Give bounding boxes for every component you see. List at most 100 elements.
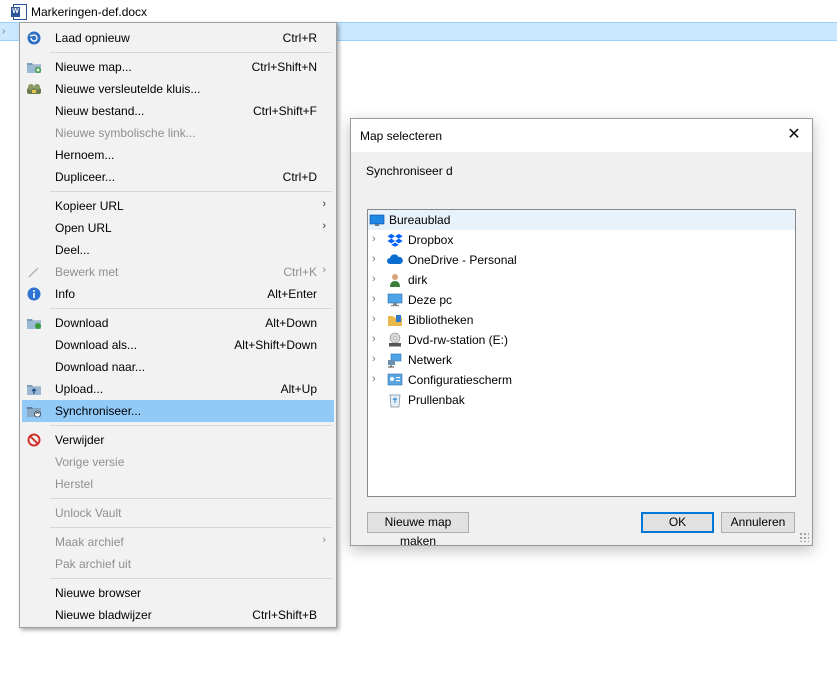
- tree-node-dropbox[interactable]: › Dropbox: [368, 230, 795, 250]
- tree-node-dirk[interactable]: › dirk: [368, 270, 795, 290]
- menu-label: Download: [55, 316, 109, 330]
- chevron-right-icon[interactable]: ›: [2, 26, 5, 37]
- menu-separator: [50, 578, 332, 579]
- menu-item-upload[interactable]: Upload... Alt+Up: [22, 378, 334, 400]
- control-panel-icon: [387, 372, 403, 388]
- resize-grip-icon[interactable]: [799, 532, 809, 542]
- tree-node-bureaublad[interactable]: Bureaublad: [368, 210, 795, 230]
- tree-label: dirk: [408, 273, 428, 287]
- tree-node-onedrive[interactable]: › OneDrive - Personal: [368, 250, 795, 270]
- menu-item-bewerk-met: Bewerk met Ctrl+K ›: [22, 261, 334, 283]
- menu-label: Nieuwe symbolische link...: [55, 126, 196, 140]
- menu-separator: [50, 425, 332, 426]
- menu-label: Nieuw bestand...: [55, 104, 145, 118]
- menu-item-unlock-vault: Unlock Vault: [22, 502, 334, 524]
- submenu-arrow-icon: ›: [322, 534, 326, 546]
- menu-item-laad-opnieuw[interactable]: Laad opnieuw Ctrl+R: [22, 27, 334, 49]
- tree-label: Deze pc: [408, 293, 453, 307]
- menu-item-download-als[interactable]: Download als... Alt+Shift+Down: [22, 334, 334, 356]
- menu-item-nieuwe-bladwijzer[interactable]: Nieuwe bladwijzer Ctrl+Shift+B: [22, 604, 334, 626]
- new-folder-button[interactable]: Nieuwe map maken: [367, 512, 469, 548]
- network-icon: [387, 352, 403, 368]
- dvd-drive-icon: [387, 332, 403, 348]
- folder-tree[interactable]: Bureaublad › Dropbox › OneDrive - Person…: [367, 209, 796, 497]
- menu-shortcut: Ctrl+D: [282, 170, 317, 184]
- tree-node-dvd-rw-station[interactable]: › Dvd-rw-station (E:): [368, 330, 795, 350]
- file-name: Markeringen-def.docx: [31, 5, 148, 19]
- menu-item-nieuwe-versleutelde-kluis[interactable]: Nieuwe versleutelde kluis...: [22, 78, 334, 100]
- folder-select-dialog: Map selecteren ✕ Synchroniseer d Bureaub…: [350, 118, 813, 548]
- onedrive-icon: [387, 252, 403, 268]
- menu-shortcut: Alt+Enter: [267, 287, 317, 301]
- tree-node-netwerk[interactable]: › Netwerk: [368, 350, 795, 370]
- tree-node-configuratiescherm[interactable]: › Configuratiescherm: [368, 370, 795, 390]
- dialog-titlebar: Map selecteren ✕: [351, 119, 812, 152]
- refresh-icon: [26, 30, 42, 46]
- menu-item-kopieer-url[interactable]: Kopieer URL ›: [22, 195, 334, 217]
- menu-label: Deel...: [55, 243, 90, 257]
- menu-item-deel[interactable]: Deel...: [22, 239, 334, 261]
- menu-item-download-naar[interactable]: Download naar...: [22, 356, 334, 378]
- menu-shortcut: Alt+Up: [280, 382, 317, 396]
- desktop-icon: [369, 212, 385, 228]
- menu-label: Hernoem...: [55, 148, 115, 162]
- chevron-right-icon[interactable]: ›: [372, 373, 376, 385]
- menu-label: Download als...: [55, 338, 138, 352]
- tree-node-deze-pc[interactable]: › Deze pc: [368, 290, 795, 310]
- chevron-right-icon[interactable]: ›: [372, 313, 376, 325]
- menu-separator: [50, 498, 332, 499]
- chevron-right-icon[interactable]: ›: [372, 253, 376, 265]
- menu-item-vorige-versie: Vorige versie: [22, 451, 334, 473]
- menu-item-nieuwe-browser[interactable]: Nieuwe browser: [22, 582, 334, 604]
- menu-label: Upload...: [55, 382, 104, 396]
- chevron-right-icon[interactable]: ›: [372, 333, 376, 345]
- menu-label: Nieuwe map...: [55, 60, 132, 74]
- menu-item-open-url[interactable]: Open URL ›: [22, 217, 334, 239]
- menu-label: Nieuwe browser: [55, 586, 142, 600]
- menu-shortcut: Ctrl+Shift+N: [251, 60, 317, 74]
- tree-label: Dvd-rw-station (E:): [408, 333, 509, 347]
- library-icon: [387, 312, 403, 328]
- download-icon: [26, 315, 42, 331]
- chevron-right-icon[interactable]: ›: [372, 233, 376, 245]
- chevron-right-icon[interactable]: ›: [372, 353, 376, 365]
- close-icon[interactable]: ✕: [784, 125, 804, 145]
- menu-item-info[interactable]: Info Alt+Enter: [22, 283, 334, 305]
- dialog-title: Map selecteren: [360, 129, 443, 143]
- menu-item-nieuw-bestand[interactable]: Nieuw bestand... Ctrl+Shift+F: [22, 100, 334, 122]
- menu-label: Bewerk met: [55, 265, 119, 279]
- new-folder-icon: [26, 59, 42, 75]
- menu-item-dupliceer[interactable]: Dupliceer... Ctrl+D: [22, 166, 334, 188]
- ok-button[interactable]: OK: [641, 512, 714, 533]
- menu-shortcut: Alt+Down: [265, 316, 317, 330]
- menu-item-synchroniseer[interactable]: Synchroniseer...: [22, 400, 334, 422]
- chevron-right-icon[interactable]: ›: [372, 293, 376, 305]
- menu-item-nieuwe-map[interactable]: Nieuwe map... Ctrl+Shift+N: [22, 56, 334, 78]
- menu-label: Nieuwe bladwijzer: [55, 608, 152, 622]
- tree-node-bibliotheken[interactable]: › Bibliotheken: [368, 310, 795, 330]
- menu-shortcut: Ctrl+R: [282, 31, 317, 45]
- cancel-button[interactable]: Annuleren: [721, 512, 795, 533]
- menu-separator: [50, 191, 332, 192]
- menu-label: Download naar...: [55, 360, 146, 374]
- tree-node-prullenbak[interactable]: Prullenbak: [368, 390, 795, 410]
- menu-label: Info: [55, 287, 76, 301]
- menu-label: Verwijder: [55, 433, 105, 447]
- menu-item-hernoem[interactable]: Hernoem...: [22, 144, 334, 166]
- vault-icon: [26, 81, 42, 97]
- dropbox-icon: [387, 232, 403, 248]
- delete-icon: [26, 432, 42, 448]
- menu-item-verwijder[interactable]: Verwijder: [22, 429, 334, 451]
- recycle-bin-icon: [387, 392, 403, 408]
- menu-shortcut: Ctrl+K: [283, 265, 317, 279]
- computer-icon: [387, 292, 403, 308]
- submenu-arrow-icon: ›: [322, 220, 326, 232]
- menu-label: Open URL: [55, 221, 112, 235]
- menu-item-nieuwe-symbolische-link: Nieuwe symbolische link...: [22, 122, 334, 144]
- file-row[interactable]: Markeringen-def.docx: [0, 2, 147, 22]
- user-icon: [387, 272, 403, 288]
- menu-item-download[interactable]: Download Alt+Down: [22, 312, 334, 334]
- chevron-right-icon[interactable]: ›: [372, 273, 376, 285]
- tree-label: Bureaublad: [389, 213, 451, 227]
- menu-item-herstel: Herstel: [22, 473, 334, 495]
